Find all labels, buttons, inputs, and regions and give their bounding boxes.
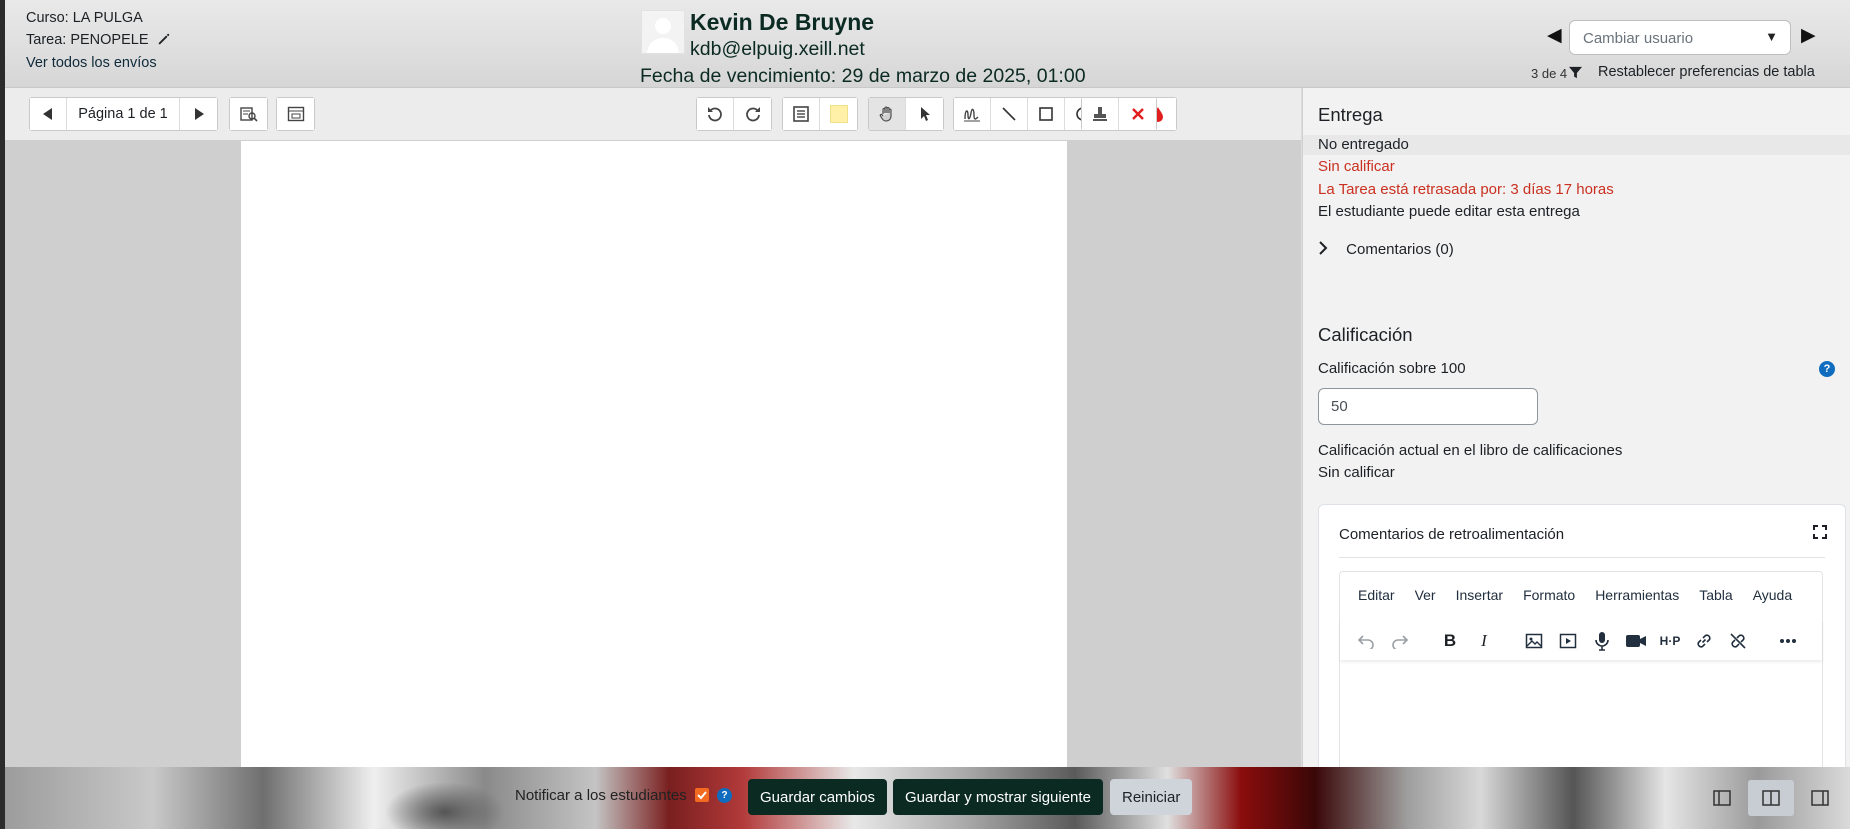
microphone-icon[interactable]	[1590, 629, 1614, 653]
notify-students-label: Notificar a los estudiantes	[515, 787, 687, 804]
page-indicator: Página 1 de 1	[67, 98, 180, 130]
pen-tool-icon[interactable]	[954, 98, 991, 130]
stamp-tool-icon[interactable]	[1082, 98, 1119, 130]
collapse-comments-button[interactable]	[277, 98, 314, 130]
layout-collapse-grade-icon[interactable]	[1699, 780, 1745, 816]
pencil-icon[interactable]	[157, 32, 171, 50]
submission-heading: Entrega	[1318, 104, 1383, 125]
comments-label: Comentarios (0)	[1346, 241, 1454, 258]
comment-color-icon[interactable]	[820, 98, 857, 130]
italic-icon[interactable]: I	[1472, 629, 1496, 653]
rich-text-editor[interactable]: Editar Ver Insertar Formato Herramientas…	[1339, 571, 1823, 767]
current-grade-label: Calificación actual en el libro de calif…	[1318, 442, 1623, 459]
page-navigation: Página 1 de 1	[29, 97, 218, 131]
grading-status: Sin calificar	[1318, 158, 1395, 175]
next-user-arrow-icon[interactable]: ▶	[1801, 24, 1816, 47]
feedback-comments-card: Comentarios de retroalimentación Editar …	[1318, 504, 1846, 767]
filter-icon[interactable]	[1569, 66, 1582, 84]
view-all-submissions-link[interactable]: Ver todos los envíos	[26, 55, 157, 71]
rotate-left-icon[interactable]	[697, 98, 734, 130]
more-options-icon[interactable]	[1776, 629, 1800, 653]
image-icon[interactable]	[1522, 629, 1546, 653]
bold-icon[interactable]: B	[1438, 629, 1462, 653]
pdf-page[interactable]	[241, 141, 1067, 767]
menu-ver[interactable]: Ver	[1405, 587, 1446, 603]
menu-editar[interactable]: Editar	[1348, 587, 1405, 603]
media-icon[interactable]	[1556, 629, 1580, 653]
change-user-select[interactable]: Cambiar usuario ▼	[1569, 20, 1791, 55]
menu-ayuda[interactable]: Ayuda	[1743, 587, 1802, 603]
user-name[interactable]: Kevin De Bruyne	[690, 9, 874, 36]
menu-herramientas[interactable]: Herramientas	[1585, 587, 1689, 603]
grade-input[interactable]	[1318, 388, 1538, 425]
feedback-title: Comentarios de retroalimentación	[1339, 526, 1565, 543]
reset-table-preferences-link[interactable]: Restablecer preferencias de tabla	[1598, 64, 1815, 80]
card-divider	[1339, 557, 1825, 558]
reset-button[interactable]: Reiniciar	[1110, 779, 1193, 815]
current-grade-value: Sin calificar	[1318, 464, 1395, 481]
comment-group	[782, 97, 858, 131]
assignment-name: Tarea: PENOPELE	[26, 32, 171, 50]
menu-formato[interactable]: Formato	[1513, 587, 1585, 603]
next-page-button[interactable]	[180, 98, 217, 130]
rectangle-tool-icon[interactable]	[1028, 98, 1065, 130]
search-comments-group	[229, 97, 268, 131]
user-avatar	[641, 10, 685, 54]
grade-label: Calificación sobre 100	[1318, 360, 1466, 377]
fullscreen-icon[interactable]	[1813, 525, 1827, 544]
grader-app: Curso: LA PULGA Tarea: PENOPELE Ver todo…	[5, 0, 1850, 829]
search-comments-button[interactable]	[230, 98, 267, 130]
previous-user-arrow-icon[interactable]: ◀	[1547, 24, 1562, 47]
line-tool-icon[interactable]	[991, 98, 1028, 130]
expand-group	[276, 97, 315, 131]
video-camera-icon[interactable]	[1624, 629, 1648, 653]
action-bar: Notificar a los estudiantes ? Guardar ca…	[5, 767, 1850, 829]
chevron-down-icon: ▼	[1765, 29, 1778, 44]
course-name: Curso: LA PULGA	[26, 10, 143, 26]
select-arrow-icon[interactable]	[906, 98, 943, 130]
pdf-viewer[interactable]	[5, 141, 1301, 767]
user-email: kdb@elpuig.xeill.net	[690, 38, 865, 60]
notify-help-icon[interactable]: ?	[717, 788, 732, 803]
comment-tool-icon[interactable]	[783, 98, 820, 130]
grade-help-icon[interactable]: ?	[1819, 361, 1835, 377]
undo-icon[interactable]	[1354, 629, 1378, 653]
due-date: Fecha de vencimiento: 29 de marzo de 202…	[640, 65, 1086, 87]
chevron-right-icon	[1318, 241, 1332, 259]
link-icon[interactable]	[1692, 629, 1716, 653]
assignment-label: Tarea: PENOPELE	[26, 32, 149, 48]
change-user-placeholder: Cambiar usuario	[1583, 30, 1694, 47]
h5p-icon[interactable]: H·P	[1658, 629, 1682, 653]
submission-status: No entregado	[1318, 136, 1409, 153]
pan-select-group	[868, 97, 944, 131]
annotation-toolbar: Página 1 de 1	[5, 88, 1301, 141]
overdue-status: La Tarea está retrasada por: 3 días 17 h…	[1318, 181, 1614, 198]
save-changes-button[interactable]: Guardar cambios	[748, 779, 888, 815]
redo-icon[interactable]	[1388, 629, 1412, 653]
layout-default-icon[interactable]	[1748, 780, 1794, 816]
comments-toggle[interactable]: Comentarios (0)	[1318, 241, 1454, 259]
grade-heading: Calificación	[1318, 324, 1413, 345]
rotate-group	[696, 97, 772, 131]
menu-tabla[interactable]: Tabla	[1689, 587, 1742, 603]
editor-toolbar: B I H·P	[1340, 620, 1822, 660]
grading-panel: Entrega No entregado Sin calificar La Ta…	[1302, 88, 1850, 767]
menu-insertar[interactable]: Insertar	[1446, 587, 1513, 603]
previous-page-button[interactable]	[30, 98, 67, 130]
unlink-icon[interactable]	[1726, 629, 1750, 653]
layout-collapse-review-icon[interactable]	[1797, 780, 1843, 816]
user-count: 3 de 4	[1531, 66, 1568, 81]
stamp-group	[1081, 97, 1157, 131]
notify-students-checkbox[interactable]	[695, 788, 709, 802]
editor-menubar: Editar Ver Insertar Formato Herramientas…	[1340, 572, 1802, 618]
pan-hand-icon[interactable]	[869, 98, 906, 130]
grader-header: Curso: LA PULGA Tarea: PENOPELE Ver todo…	[5, 0, 1850, 88]
save-and-next-button[interactable]: Guardar y mostrar siguiente	[893, 779, 1103, 815]
rotate-right-icon[interactable]	[734, 98, 771, 130]
delete-annotation-icon[interactable]	[1119, 98, 1156, 130]
editable-status: El estudiante puede editar esta entrega	[1318, 203, 1580, 220]
